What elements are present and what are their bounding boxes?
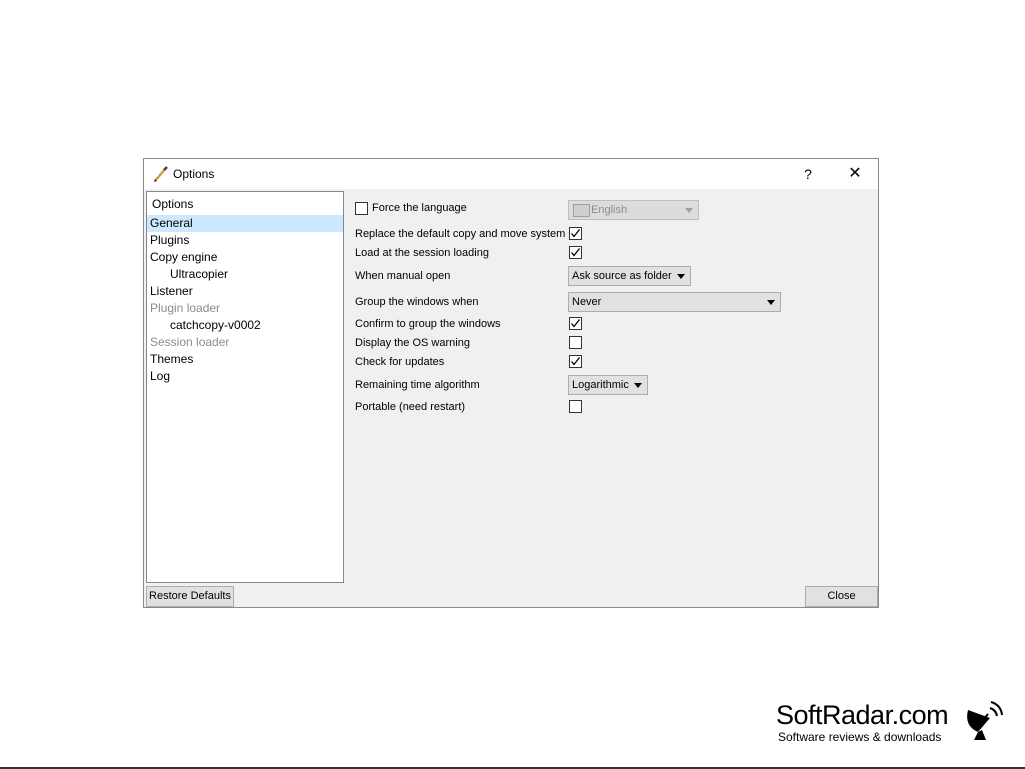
manual-open-label: When manual open	[355, 270, 451, 282]
manual-open-combo[interactable]: Ask source as folder	[568, 266, 691, 286]
remaining-time-combo[interactable]: Logarithmic	[568, 375, 648, 395]
force-language-label: Force the language	[372, 202, 467, 214]
group-windows-combo[interactable]: Never	[568, 292, 781, 312]
manual-open-value: Ask source as folder	[572, 270, 672, 282]
group-windows-label: Group the windows when	[355, 296, 479, 308]
help-button[interactable]: ?	[788, 162, 828, 186]
portable-label: Portable (need restart)	[355, 401, 466, 413]
dialog-title: Options	[173, 167, 215, 181]
remaining-time-value: Logarithmic	[572, 379, 629, 391]
tree-header: Options	[152, 197, 194, 211]
close-icon[interactable]: ✕	[832, 159, 878, 189]
pencil-icon	[152, 165, 170, 183]
load-session-label: Load at the session loading	[355, 247, 489, 259]
load-session-checkbox[interactable]	[569, 246, 582, 259]
tree-item-listener[interactable]: Listener	[147, 283, 343, 300]
confirm-group-label: Confirm to group the windows	[355, 318, 501, 330]
os-warning-checkbox[interactable]	[569, 336, 582, 349]
tree-item-general[interactable]: General	[147, 215, 343, 232]
tree-item-themes[interactable]: Themes	[147, 351, 343, 368]
satellite-dish-icon	[964, 700, 1004, 745]
options-tree: Options General Plugins Copy engine Ultr…	[146, 191, 344, 583]
close-button[interactable]: Close	[805, 586, 878, 607]
tree-item-ultracopier[interactable]: Ultracopier	[147, 266, 343, 283]
title-bar: Options ? ✕	[144, 159, 878, 189]
force-language-checkbox[interactable]	[355, 202, 368, 215]
tree-item-catchcopy[interactable]: catchcopy-v0002	[147, 317, 343, 334]
options-dialog: Options ? ✕ Options General Plugins Copy…	[143, 158, 879, 608]
tree-item-plugins[interactable]: Plugins	[147, 232, 343, 249]
os-warning-label: Display the OS warning	[355, 337, 470, 349]
portable-checkbox[interactable]	[569, 400, 582, 413]
check-updates-checkbox[interactable]	[569, 355, 582, 368]
tree-item-plugin-loader[interactable]: Plugin loader	[147, 300, 343, 317]
language-combo[interactable]: English	[568, 200, 699, 220]
replace-copy-checkbox[interactable]	[569, 227, 582, 240]
brand-name: SoftRadar.com	[776, 700, 949, 730]
replace-copy-label: Replace the default copy and move system	[355, 228, 566, 240]
check-updates-label: Check for updates	[355, 356, 445, 368]
tree-item-copy-engine[interactable]: Copy engine	[147, 249, 343, 266]
flag-icon	[573, 204, 590, 217]
remaining-time-label: Remaining time algorithm	[355, 379, 480, 391]
group-windows-value: Never	[572, 296, 602, 308]
confirm-group-checkbox[interactable]	[569, 317, 582, 330]
tree-item-log[interactable]: Log	[147, 368, 343, 385]
restore-defaults-button[interactable]: Restore Defaults	[146, 586, 234, 607]
brand-tagline: Software reviews & downloads	[778, 730, 942, 744]
language-value: English	[591, 204, 628, 216]
tree-item-session-loader[interactable]: Session loader	[147, 334, 343, 351]
